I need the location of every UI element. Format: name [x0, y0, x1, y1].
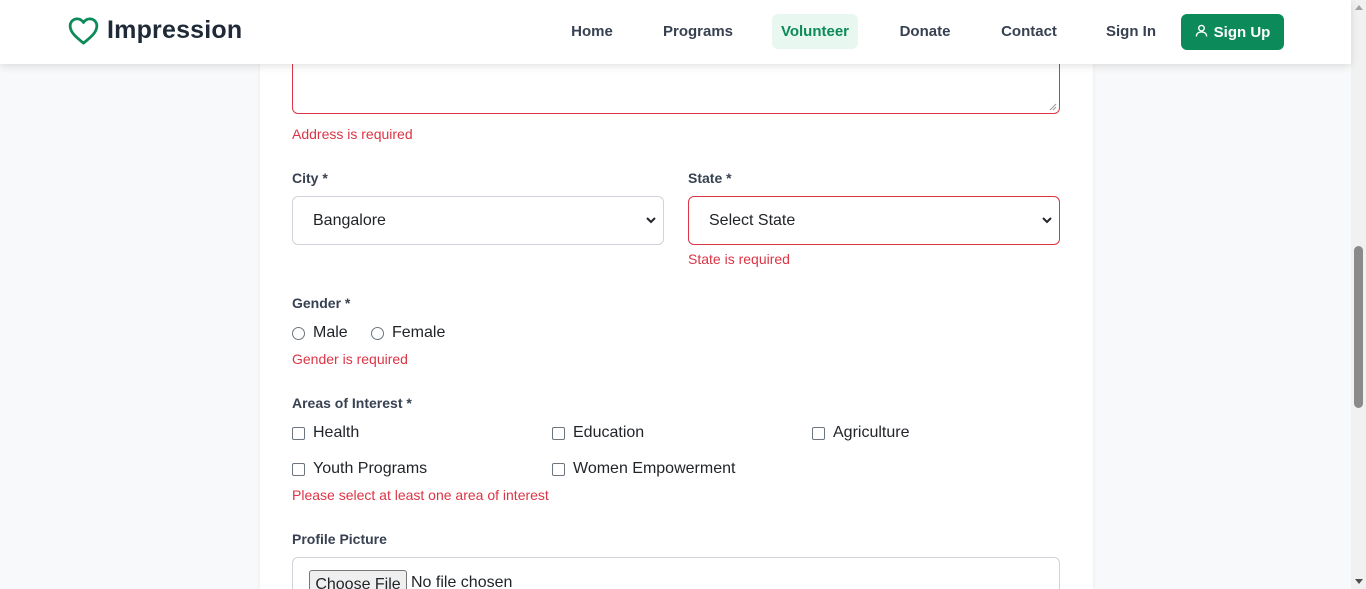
- sign-up-label: Sign Up: [1213, 23, 1271, 41]
- state-error: State is required: [688, 251, 790, 267]
- checkbox[interactable]: [812, 426, 825, 440]
- nav-sign-in[interactable]: Sign In: [1100, 14, 1162, 49]
- state-selected-value: Select State: [709, 212, 796, 229]
- interests-error: Please select at least one area of inter…: [292, 487, 549, 503]
- interest-education[interactable]: Education: [552, 424, 644, 442]
- interest-women-empowerment[interactable]: Women Empowerment: [552, 460, 735, 478]
- interest-label: Health: [313, 424, 360, 441]
- city-selected-value: Bangalore: [313, 212, 386, 229]
- profile-picture-input[interactable]: Choose File No file chosen: [292, 557, 1060, 589]
- interest-agriculture[interactable]: Agriculture: [812, 424, 909, 442]
- navbar: Impression Home Programs Volunteer Donat…: [0, 0, 1351, 64]
- brand-name: Impression: [107, 16, 243, 44]
- address-error: Address is required: [292, 126, 413, 142]
- scroll-up-arrow-icon[interactable]: [1355, 5, 1363, 10]
- interest-health[interactable]: Health: [292, 424, 359, 442]
- gender-option-label: Male: [313, 324, 348, 341]
- gender-error: Gender is required: [292, 351, 408, 367]
- nav-donate[interactable]: Donate: [892, 14, 958, 49]
- nav-volunteer[interactable]: Volunteer: [772, 14, 858, 49]
- chevron-down-icon: [1042, 217, 1052, 224]
- file-status-text: No file chosen: [411, 574, 513, 589]
- city-label: City *: [292, 170, 328, 186]
- user-icon: [1195, 24, 1208, 41]
- state-label: State *: [688, 170, 732, 186]
- resize-grip-icon[interactable]: [1049, 103, 1057, 111]
- checkbox[interactable]: [552, 426, 565, 440]
- choose-file-button[interactable]: Choose File: [309, 570, 407, 589]
- brand-logo[interactable]: Impression: [68, 16, 242, 45]
- nav-programs[interactable]: Programs: [657, 14, 739, 49]
- profile-picture-label: Profile Picture: [292, 531, 387, 547]
- nav-home[interactable]: Home: [562, 14, 622, 49]
- nav-contact[interactable]: Contact: [994, 14, 1064, 49]
- interest-label: Agriculture: [833, 424, 910, 441]
- radio-button[interactable]: [371, 326, 384, 340]
- gender-label: Gender *: [292, 295, 351, 311]
- scrollbar-thumb[interactable]: [1354, 246, 1363, 408]
- gender-option-female[interactable]: Female: [371, 324, 445, 342]
- checkbox[interactable]: [552, 462, 565, 476]
- interests-label: Areas of Interest *: [292, 395, 412, 411]
- checkbox[interactable]: [292, 426, 305, 440]
- interest-label: Women Empowerment: [573, 460, 736, 477]
- sign-up-button[interactable]: Sign Up: [1181, 14, 1284, 50]
- gender-option-male[interactable]: Male: [292, 324, 348, 342]
- state-select[interactable]: Select State: [688, 196, 1060, 245]
- interest-label: Youth Programs: [313, 460, 428, 477]
- gender-option-label: Female: [392, 324, 446, 341]
- chevron-down-icon: [646, 217, 656, 224]
- heart-icon: [68, 17, 99, 45]
- scroll-down-arrow-icon[interactable]: [1355, 579, 1363, 584]
- checkbox[interactable]: [292, 462, 305, 476]
- interest-label: Education: [573, 424, 645, 441]
- page-scrollbar[interactable]: [1351, 0, 1366, 589]
- city-select[interactable]: Bangalore: [292, 196, 664, 245]
- radio-button[interactable]: [292, 326, 305, 340]
- interest-youth-programs[interactable]: Youth Programs: [292, 460, 427, 478]
